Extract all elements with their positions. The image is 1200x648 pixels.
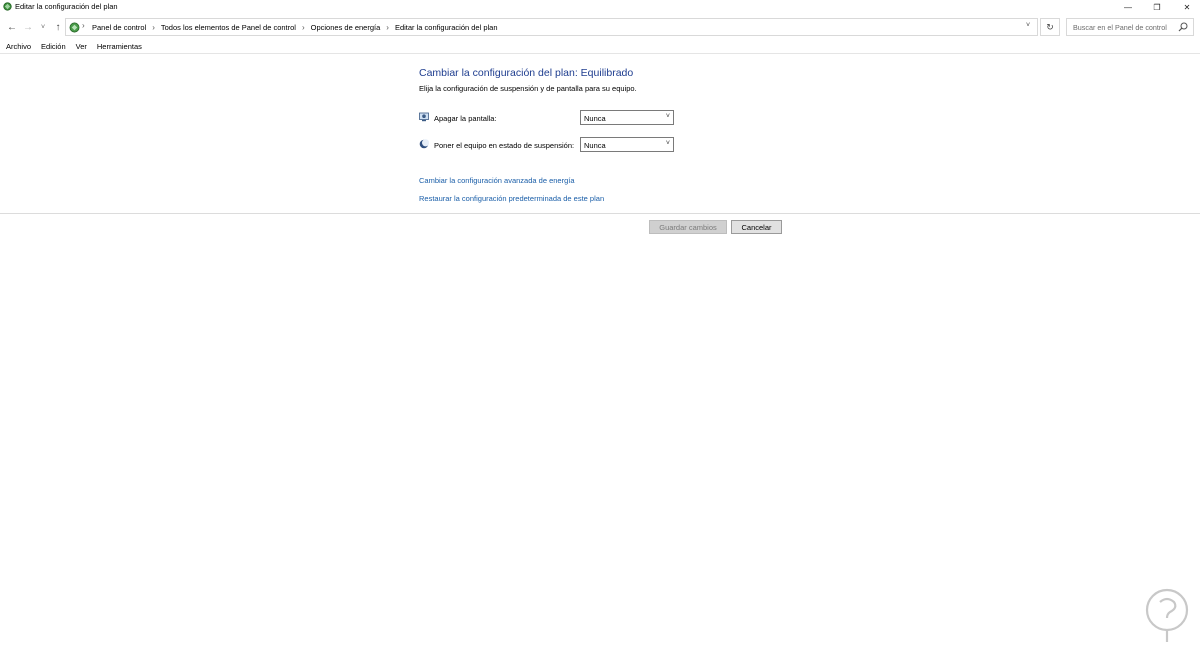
display-off-setting: Apagar la pantalla: Nunca ˅ [419, 110, 679, 125]
navigation-bar: ← → ˅ ↑ › Panel de control › Todos los e… [0, 14, 1200, 40]
window-title: Editar la configuración del plan [15, 2, 118, 11]
title-bar: Editar la configuración del plan — ❐ ✕ [0, 0, 1200, 14]
breadcrumb-item[interactable]: Opciones de energía [311, 23, 381, 32]
page-subtitle: Elija la configuración de suspensión y d… [419, 84, 637, 93]
advanced-settings-link[interactable]: Cambiar la configuración avanzada de ene… [419, 176, 575, 185]
restore-button[interactable]: ❐ [1146, 0, 1168, 14]
address-dropdown-button[interactable]: ˅ [1023, 22, 1033, 32]
breadcrumb-separator[interactable]: › [152, 23, 155, 32]
cancel-button[interactable]: Cancelar [731, 220, 782, 234]
sleep-setting: Poner el equipo en estado de suspensión:… [419, 137, 679, 152]
up-button[interactable]: ↑ [51, 20, 65, 34]
menu-herramientas[interactable]: Herramientas [97, 42, 142, 52]
chevron-down-icon: ˅ [665, 113, 670, 120]
refresh-button[interactable]: ↻ [1040, 18, 1060, 36]
breadcrumb-item[interactable]: Editar la configuración del plan [395, 23, 498, 32]
divider [0, 213, 1200, 214]
sleep-select[interactable]: Nunca ˅ [580, 137, 674, 152]
search-input[interactable]: Buscar en el Panel de control [1066, 18, 1194, 36]
page-title: Cambiar la configuración del plan: Equil… [419, 67, 634, 79]
address-bar[interactable]: › Panel de control › Todos los elementos… [65, 18, 1038, 36]
moon-icon [419, 139, 429, 149]
recent-locations-button[interactable]: ˅ [38, 20, 48, 34]
minimize-button[interactable]: — [1117, 0, 1139, 14]
select-value: Nunca [584, 141, 606, 150]
restore-defaults-link[interactable]: Restaurar la configuración predeterminad… [419, 194, 604, 203]
breadcrumb-separator[interactable]: › [386, 23, 389, 32]
display-off-label: Apagar la pantalla: [434, 114, 497, 123]
breadcrumb-separator: › [82, 21, 85, 30]
menu-ver[interactable]: Ver [76, 42, 87, 52]
breadcrumb-item[interactable]: Panel de control [92, 23, 146, 32]
search-placeholder: Buscar en el Panel de control [1073, 23, 1167, 32]
chevron-down-icon: ˅ [665, 140, 670, 147]
control-panel-icon [69, 22, 80, 33]
watermark-logo [1145, 588, 1189, 642]
breadcrumb-separator[interactable]: › [302, 23, 305, 32]
close-button[interactable]: ✕ [1176, 0, 1198, 14]
menu-edicion[interactable]: Edición [41, 42, 66, 52]
menu-archivo[interactable]: Archivo [6, 42, 31, 52]
back-button[interactable]: ← [5, 20, 19, 34]
save-button[interactable]: Guardar cambios [649, 220, 727, 234]
menu-bar: Archivo Edición Ver Herramientas [0, 40, 1200, 54]
control-panel-icon [3, 2, 12, 11]
select-value: Nunca [584, 114, 606, 123]
sleep-label: Poner el equipo en estado de suspensión: [434, 141, 575, 150]
monitor-icon [419, 112, 429, 122]
forward-button[interactable]: → [21, 20, 35, 34]
breadcrumb-item[interactable]: Todos los elementos de Panel de control [161, 23, 296, 32]
display-off-select[interactable]: Nunca ˅ [580, 110, 674, 125]
breadcrumb: Panel de control › Todos los elementos d… [92, 23, 498, 32]
search-icon [1178, 22, 1188, 32]
